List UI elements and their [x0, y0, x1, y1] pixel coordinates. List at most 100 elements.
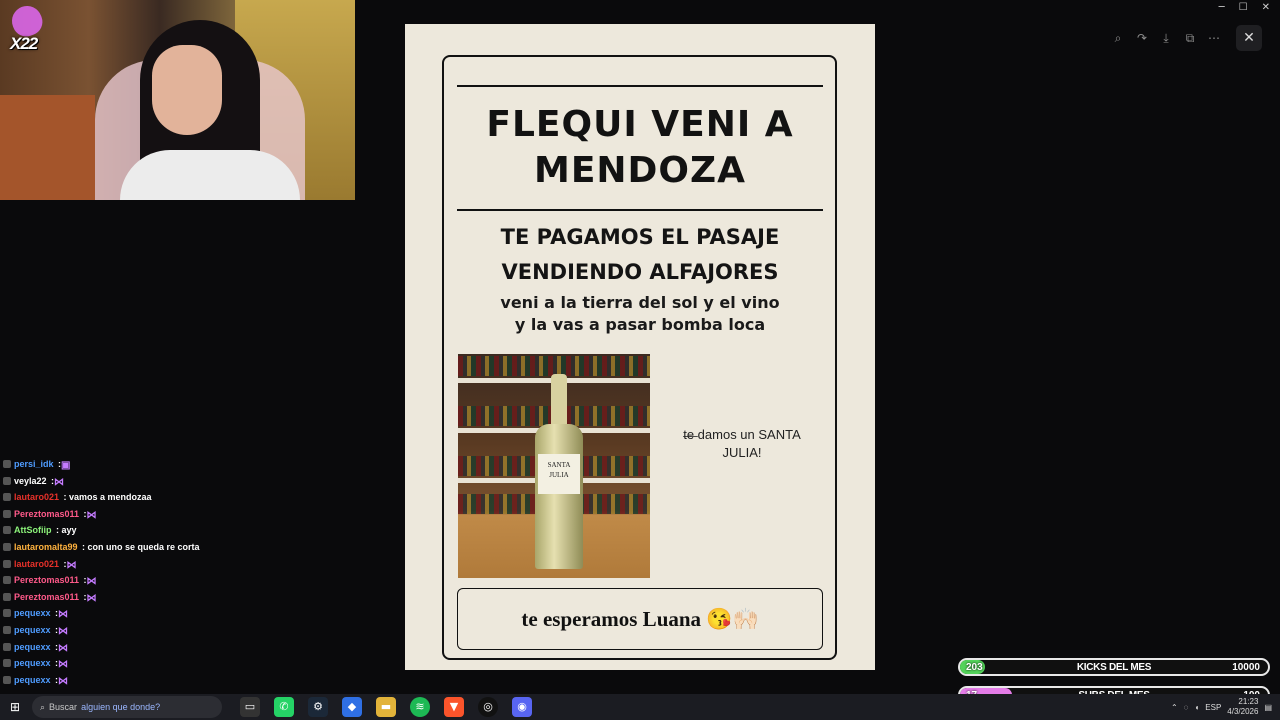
chat-message: veyla22 : ⋈ — [0, 473, 225, 490]
chat-username[interactable]: veyla22 — [14, 476, 47, 486]
chat-username[interactable]: persi_idk — [14, 459, 54, 469]
clock-date: 4/3/2026 — [1227, 707, 1259, 716]
network-icon[interactable]: ◌ — [1184, 703, 1189, 712]
zoom-icon[interactable]: ⌕ — [1108, 28, 1128, 48]
butterfly-emote-icon: ⋈ — [58, 675, 69, 687]
window-close-icon[interactable]: ✕ — [1262, 2, 1270, 13]
tray-chevron-icon[interactable]: ⌃ — [1171, 703, 1178, 712]
obs-icon[interactable]: ◎ — [478, 697, 498, 717]
chat-username[interactable]: pequexx — [14, 642, 51, 652]
share-icon[interactable]: ↷ — [1132, 28, 1152, 48]
shelf-bottles — [458, 356, 650, 376]
more-icon[interactable]: ⋯ — [1204, 28, 1224, 48]
butterfly-emote-icon: ⋈ — [66, 559, 77, 571]
poster-title: FLEQUI VENI A MENDOZA — [445, 102, 835, 194]
butterfly-emote-icon: ⋈ — [58, 609, 69, 621]
brave-icon[interactable]: ▼ — [444, 697, 464, 717]
image-viewer-toolbar: ⌕ ↷ ⤓ ⧉ ⋯ ✕ — [1108, 25, 1262, 51]
user-badge-icon — [3, 576, 11, 585]
file-explorer-icon[interactable]: ▬ — [376, 697, 396, 717]
user-badge-icon — [3, 476, 11, 485]
tagline-line-2: y la vas a pasar bomba loca — [514, 315, 766, 334]
stream-chat: persi_idk : ▣ veyla22 : ⋈ lautaro021 : vam… — [0, 456, 225, 696]
chat-username[interactable]: lautaromalta99 — [14, 542, 78, 552]
taskbar: ⊞ ⌕ Buscar alguien que donde? ▭ ✆ ⚙ ◆ ▬ … — [0, 694, 1280, 720]
chat-message: pequexx : ⋈ — [0, 672, 225, 689]
open-external-icon[interactable]: ⧉ — [1180, 28, 1200, 48]
butterfly-emote-icon: ⋈ — [58, 625, 69, 637]
user-badge-icon — [3, 493, 11, 502]
spotify-icon[interactable]: ≋ — [410, 697, 430, 717]
chat-username[interactable]: pequexx — [14, 675, 51, 685]
chat-message: AttSofiip : ayy — [0, 522, 225, 539]
cat-emote-icon: ▣ — [61, 460, 71, 471]
user-badge-icon — [3, 460, 11, 468]
chat-message: persi_idk : ▣ — [0, 456, 225, 473]
chat-username[interactable]: lautaro021 — [14, 492, 59, 502]
start-icon[interactable]: ⊞ — [0, 694, 30, 720]
discord-icon[interactable]: ◉ — [512, 697, 532, 717]
maximize-icon[interactable]: ☐ — [1239, 2, 1248, 13]
butterfly-emote-icon: ⋈ — [58, 642, 69, 654]
search-placeholder: Buscar — [49, 702, 78, 712]
divider — [457, 209, 823, 211]
user-badge-icon — [3, 542, 11, 551]
chat-text: vamos a mendozaa — [66, 492, 152, 503]
download-icon[interactable]: ⤓ — [1156, 28, 1176, 48]
language-indicator[interactable]: ESP — [1205, 703, 1221, 712]
chat-username[interactable]: AttSofiip — [14, 525, 52, 535]
chat-message: pequexx : ⋈ — [0, 639, 225, 656]
kicks-goal-bar: 203 KICKS DEL MES 10000 — [958, 658, 1270, 676]
level-text: X22 — [10, 34, 38, 53]
user-badge-icon — [3, 526, 11, 535]
dresser — [0, 95, 95, 200]
chat-text: ayy — [59, 525, 77, 536]
chat-message: pequexx : ⋈ — [0, 622, 225, 639]
poster-image: FLEQUI VENI A MENDOZA TE PAGAMOS EL PASA… — [405, 24, 875, 670]
chat-overlay-text: alguien que donde? — [81, 702, 161, 712]
minimize-icon[interactable]: ─ — [1219, 2, 1225, 13]
webcam-overlay: X22 — [0, 0, 355, 200]
search-icon: ⌕ — [40, 701, 46, 712]
wine-bottle: SANTA JULIA — [535, 374, 583, 569]
chat-message: pequexx : ⋈ — [0, 655, 225, 672]
chat-username[interactable]: pequexx — [14, 658, 51, 668]
poster-subtitle: TE PAGAMOS EL PASAJE VENDIENDO ALFAJORES — [445, 220, 835, 290]
close-icon[interactable]: ✕ — [1236, 25, 1262, 51]
kicks-label: KICKS DEL MES — [1076, 662, 1152, 673]
chat-message: lautaromalta99 : con uno se queda re cor… — [0, 539, 225, 556]
title-line-2: MENDOZA — [534, 150, 746, 191]
chat-message: lautaro021 : ⋈ — [0, 556, 225, 573]
subtitle-line-1: TE PAGAMOS EL PASAJE — [500, 225, 780, 249]
user-badge-icon — [3, 675, 11, 684]
chat-username[interactable]: Pereztomas011 — [14, 509, 79, 519]
chat-message: Pereztomas011 : ⋈ — [0, 506, 225, 523]
user-badge-icon — [3, 642, 11, 651]
chat-message: pequexx : ⋈ — [0, 605, 225, 622]
taskbar-search[interactable]: ⌕ Buscar alguien que donde? — [32, 696, 222, 718]
poster-tagline: veni a la tierra del sol y el vino y la … — [445, 292, 835, 336]
chat-text: con uno se queda re corta — [85, 541, 200, 552]
steam-icon[interactable]: ⚙ — [308, 697, 328, 717]
divider — [457, 85, 823, 87]
whatsapp-icon[interactable]: ✆ — [274, 697, 294, 717]
chat-username[interactable]: lautaro021 — [14, 559, 59, 569]
system-tray: ⌃ ◌ ◖ ESP 21:23 4/3/2026 ▤ — [1171, 694, 1272, 720]
butterfly-emote-icon: ⋈ — [54, 476, 65, 488]
clock[interactable]: 21:23 4/3/2026 — [1227, 697, 1258, 717]
wine-label: SANTA JULIA — [538, 454, 580, 494]
chat-message: Pereztomas011 : ⋈ — [0, 589, 225, 606]
task-view-icon[interactable]: ▭ — [240, 697, 260, 717]
notifications-icon[interactable]: ▤ — [1264, 703, 1272, 712]
chat-username[interactable]: pequexx — [14, 625, 51, 635]
volume-icon[interactable]: ◖ — [1194, 703, 1199, 712]
window-controls: ─ ☐ ✕ — [1219, 2, 1270, 13]
copilot-icon[interactable]: ◆ — [342, 697, 362, 717]
chat-username[interactable]: Pereztomas011 — [14, 592, 79, 602]
butterfly-emote-icon: ⋈ — [58, 659, 69, 671]
chat-username[interactable]: Pereztomas011 — [14, 575, 79, 585]
chat-username[interactable]: pequexx — [14, 608, 51, 618]
clock-time: 21:23 — [1238, 697, 1259, 706]
user-badge-icon — [3, 559, 11, 568]
wine-bottle-photo: SANTA JULIA — [458, 354, 650, 578]
